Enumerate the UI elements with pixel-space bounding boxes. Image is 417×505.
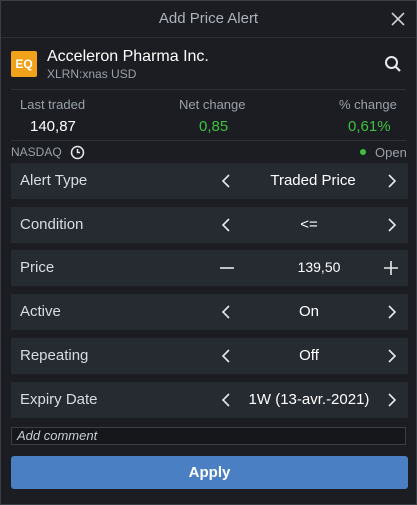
instrument-name: Acceleron Pharma Inc. (47, 48, 209, 65)
apply-button[interactable]: Apply (11, 456, 408, 489)
chevron-right-icon[interactable] (382, 216, 400, 234)
repeating-label: Repeating (20, 347, 89, 364)
clock-icon[interactable] (70, 145, 85, 160)
comment-input[interactable]: Add comment (11, 427, 406, 445)
divider (11, 89, 406, 90)
chevron-left-icon[interactable] (218, 391, 236, 409)
chevron-left-icon[interactable] (218, 172, 236, 190)
equity-logo: EQ (11, 51, 37, 77)
chevron-right-icon[interactable] (382, 347, 400, 365)
market-status-dot (360, 149, 366, 155)
condition-label: Condition (20, 216, 84, 233)
price-label: Price (20, 259, 55, 276)
active-value: On (298, 303, 319, 320)
active-row: Active On (11, 294, 408, 330)
expiry-label: Expiry Date (20, 391, 98, 408)
chevron-left-icon[interactable] (218, 347, 236, 365)
instrument-symbol: XLRN:xnas USD (47, 67, 137, 81)
search-icon[interactable] (384, 55, 402, 73)
condition-value: <= (300, 216, 318, 233)
divider (11, 140, 406, 141)
plus-icon[interactable] (382, 259, 400, 277)
price-alert-dialog: Add Price Alert EQ Acceleron Pharma Inc.… (0, 0, 417, 505)
condition-row: Condition <= (11, 207, 408, 243)
pct-change-value: 0,61% (348, 118, 391, 135)
instrument-header: EQ Acceleron Pharma Inc. XLRN:xnas USD (11, 47, 406, 85)
last-traded-label: Last traded (20, 97, 86, 112)
chevron-right-icon[interactable] (382, 391, 400, 409)
expiry-row: Expiry Date 1W (13-avr.-2021) (11, 382, 408, 418)
price-input[interactable]: 139,50 (249, 259, 389, 275)
minus-icon[interactable] (218, 259, 236, 277)
close-icon[interactable] (388, 9, 408, 29)
alert-type-value: Traded Price (270, 172, 356, 189)
net-change-value: 0,85 (199, 118, 229, 135)
alert-type-row: Alert Type Traded Price (11, 163, 408, 199)
chevron-left-icon[interactable] (218, 303, 236, 321)
net-change-label: Net change (179, 97, 246, 112)
chevron-right-icon[interactable] (382, 172, 400, 190)
expiry-value: 1W (13-avr.-2021) (248, 391, 370, 408)
chevron-right-icon[interactable] (382, 303, 400, 321)
exchange-name: NASDAQ (11, 145, 62, 159)
title-bar: Add Price Alert (1, 1, 416, 38)
dialog-title: Add Price Alert (158, 10, 259, 27)
alert-type-label: Alert Type (20, 172, 88, 189)
repeating-value: Off (299, 347, 319, 364)
price-row: Price 139,50 (11, 250, 408, 286)
chevron-left-icon[interactable] (218, 216, 236, 234)
market-status: Open (375, 145, 407, 160)
last-traded-value: 140,87 (30, 118, 76, 135)
repeating-row: Repeating Off (11, 338, 408, 374)
pct-change-label: % change (339, 97, 397, 112)
active-label: Active (20, 303, 61, 320)
